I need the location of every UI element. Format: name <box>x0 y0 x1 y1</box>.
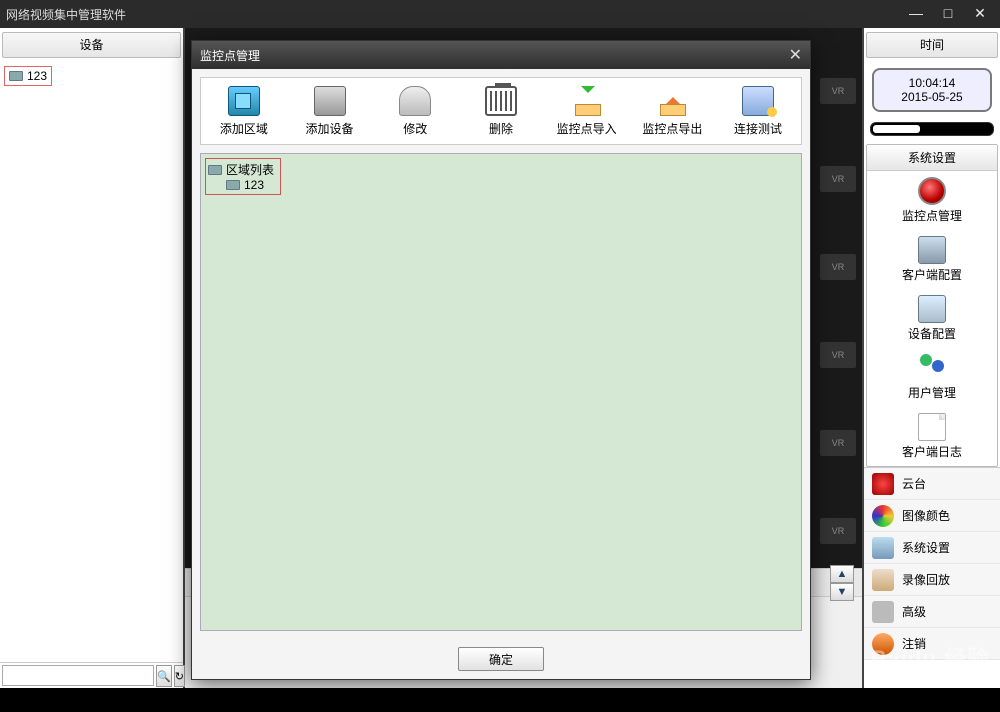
display-icon <box>918 236 946 264</box>
close-button[interactable]: ✕ <box>966 5 994 23</box>
add-area-button[interactable]: 添加区域 <box>207 86 281 137</box>
logout-icon <box>872 633 894 655</box>
video-slot[interactable]: VR <box>820 254 856 280</box>
export-icon <box>656 86 688 116</box>
quick-item-logout[interactable]: 注销 <box>864 628 1000 660</box>
right-panel-header: 时间 <box>866 32 998 58</box>
left-panel-header: 设备 <box>2 32 181 58</box>
refresh-icon: ↻ <box>175 670 184 683</box>
area-tree-root[interactable]: 区域列表 123 <box>205 158 281 195</box>
search-input[interactable] <box>2 665 154 686</box>
import-button[interactable]: 监控点导入 <box>550 86 624 137</box>
quick-item-ptz[interactable]: 云台 <box>864 468 1000 500</box>
dialog-close-button[interactable]: ✕ <box>789 45 802 65</box>
panel-up-button[interactable]: ▲ <box>830 565 854 583</box>
delete-button[interactable]: 删除 <box>464 86 538 137</box>
quick-item-playback[interactable]: 录像回放 <box>864 564 1000 596</box>
window-titlebar: 网络视频集中管理软件 — □ ✕ <box>0 0 1000 28</box>
device-tree[interactable]: 123 <box>0 62 183 662</box>
quick-list: 云台 图像颜色 系统设置 录像回放 高级 注销 <box>864 467 1000 660</box>
dialog-toolbar: 添加区域 添加设备 修改 删除 监控点导入 监控点导出 连接测试 <box>200 77 802 145</box>
device-icon <box>918 295 946 323</box>
ok-button[interactable]: 确定 <box>458 647 544 671</box>
sys-item-device-config[interactable]: 设备配置 <box>867 289 997 348</box>
log-icon <box>918 413 946 441</box>
quick-item-advanced[interactable]: 高级 <box>864 596 1000 628</box>
search-icon: 🔍 <box>157 670 171 683</box>
video-slot[interactable]: VR <box>820 430 856 456</box>
progress-bar <box>870 122 994 136</box>
device-tree-item[interactable]: 123 <box>4 66 52 86</box>
app-title: 网络视频集中管理软件 <box>6 6 126 23</box>
quick-item-system[interactable]: 系统设置 <box>864 532 1000 564</box>
system-section-title: 系统设置 <box>867 145 997 171</box>
left-search-bar: 🔍 ↻ <box>0 662 183 688</box>
clock-box: 10:04:14 2015-05-25 <box>872 68 992 112</box>
area-tree[interactable]: 区域列表 123 <box>200 153 802 631</box>
monitor-management-dialog: 监控点管理 ✕ 添加区域 添加设备 修改 删除 监控点导入 监控点导出 连接测试… <box>191 40 811 680</box>
sys-item-monitor-mgmt[interactable]: 监控点管理 <box>867 171 997 230</box>
add-area-icon <box>228 86 260 116</box>
add-device-icon <box>314 86 346 116</box>
advanced-icon <box>872 601 894 623</box>
record-icon <box>918 177 946 205</box>
connect-test-icon <box>742 86 774 116</box>
camera-icon <box>226 180 240 190</box>
video-slot[interactable]: VR <box>820 518 856 544</box>
dialog-titlebar: 监控点管理 ✕ <box>192 41 810 69</box>
connect-test-button[interactable]: 连接测试 <box>721 86 795 137</box>
panel-down-button[interactable]: ▼ <box>830 583 854 601</box>
video-slot[interactable]: VR <box>820 78 856 104</box>
import-icon <box>571 86 603 116</box>
add-device-button[interactable]: 添加设备 <box>293 86 367 137</box>
clock-date: 2015-05-25 <box>878 90 986 104</box>
right-panel: 时间 10:04:14 2015-05-25 系统设置 监控点管理 客户端配置 … <box>862 28 1000 688</box>
search-button[interactable]: 🔍 <box>156 665 172 687</box>
sys-item-client-log[interactable]: 客户端日志 <box>867 407 997 466</box>
dialog-title: 监控点管理 <box>200 47 260 64</box>
area-icon <box>208 165 222 175</box>
quick-item-color[interactable]: 图像颜色 <box>864 500 1000 532</box>
video-slot[interactable]: VR <box>820 166 856 192</box>
clock-time: 10:04:14 <box>878 76 986 90</box>
settings-icon <box>872 537 894 559</box>
maximize-button[interactable]: □ <box>934 5 962 23</box>
ptz-icon <box>872 473 894 495</box>
left-panel: 设备 123 🔍 ↻ <box>0 28 185 688</box>
color-icon <box>872 505 894 527</box>
users-icon <box>918 354 946 382</box>
system-section: 系统设置 监控点管理 客户端配置 设备配置 用户管理 客户端日志 <box>866 144 998 467</box>
device-tree-item-label: 123 <box>27 69 47 83</box>
area-root-label: 区域列表 <box>226 161 274 178</box>
sys-item-user-mgmt[interactable]: 用户管理 <box>867 348 997 407</box>
delete-icon <box>485 86 517 116</box>
export-button[interactable]: 监控点导出 <box>635 86 709 137</box>
sys-item-client-config[interactable]: 客户端配置 <box>867 230 997 289</box>
modify-icon <box>399 86 431 116</box>
area-child-label: 123 <box>244 178 264 192</box>
camera-icon <box>9 71 23 81</box>
modify-button[interactable]: 修改 <box>378 86 452 137</box>
playback-icon <box>872 569 894 591</box>
refresh-button[interactable]: ↻ <box>174 665 185 687</box>
minimize-button[interactable]: — <box>902 5 930 23</box>
video-slot[interactable]: VR <box>820 342 856 368</box>
